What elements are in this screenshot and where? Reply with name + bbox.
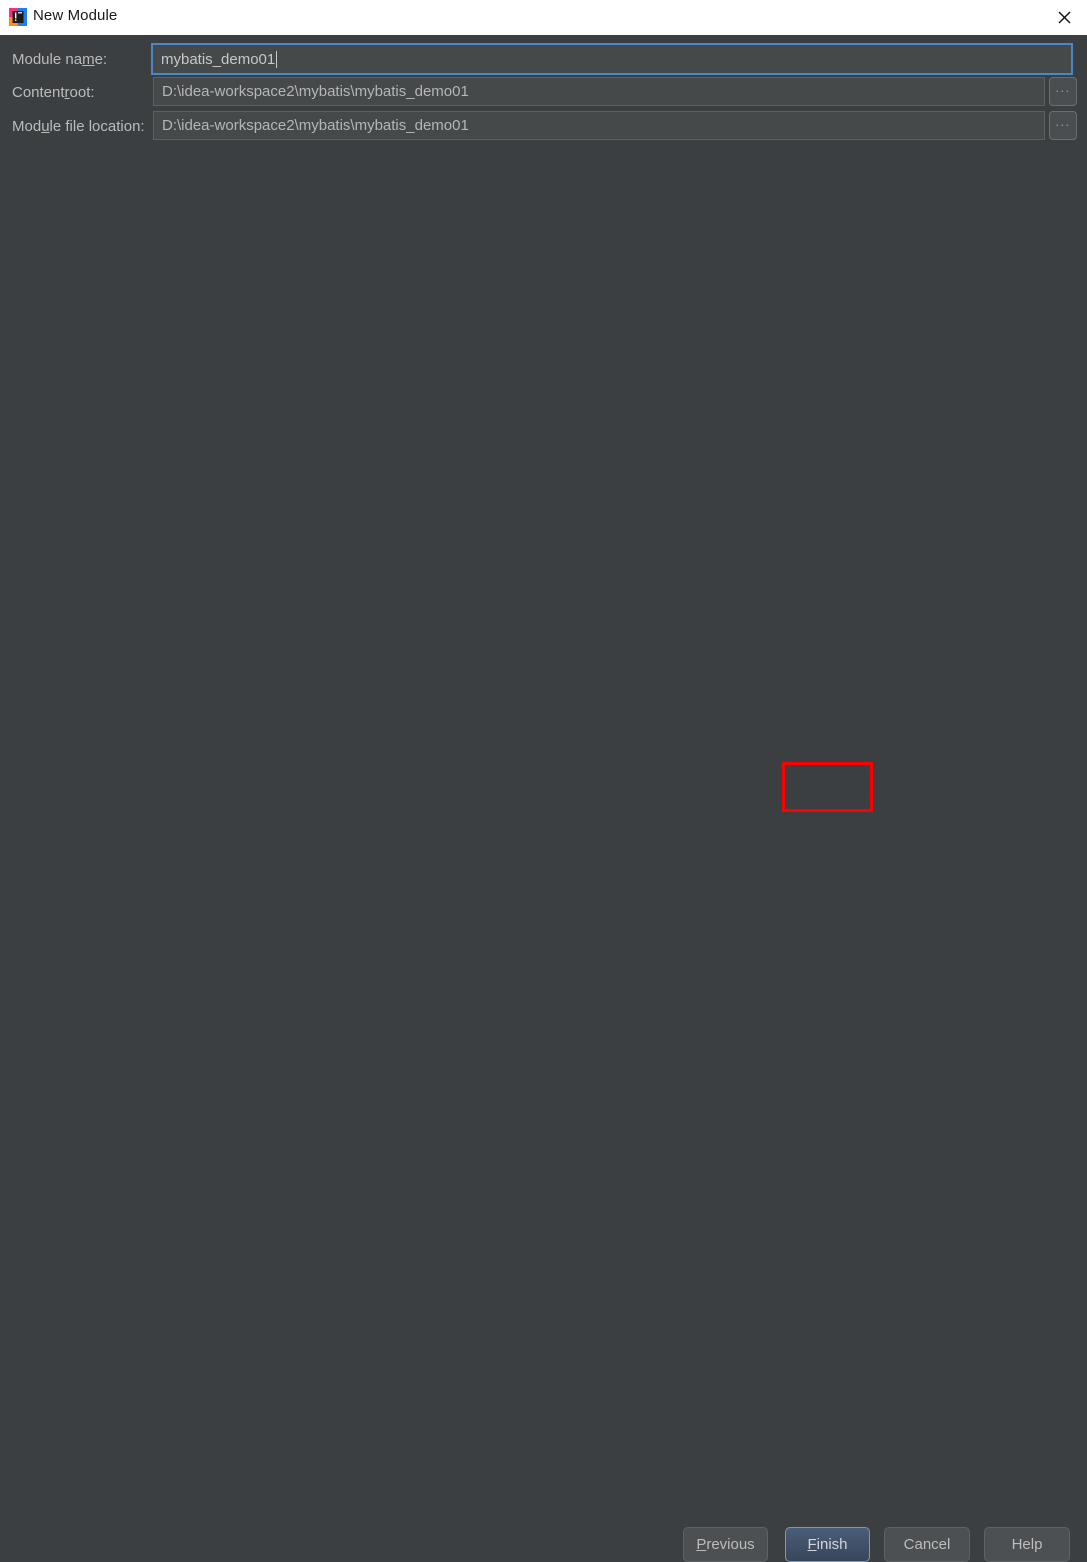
- text-caret: [276, 50, 278, 68]
- mnemonic-underline: P: [696, 1536, 707, 1553]
- content-root-browse-button[interactable]: ...: [1049, 77, 1077, 106]
- previous-button[interactable]: Previous: [683, 1527, 768, 1562]
- intellij-idea-icon: [9, 8, 27, 26]
- form-row-module-file-location: Mod u le file location: D:\idea-workspace2…: [0, 111, 1087, 142]
- module-form: Module na m e: mybatis_demo01 Content r oot…: [0, 35, 1087, 775]
- module-file-location-input[interactable]: D:\idea-workspace2\mybatis\mybatis_demo0…: [153, 111, 1045, 140]
- dialog-button-bar: Previous Finish Cancel Help: [0, 757, 1087, 1562]
- close-icon[interactable]: [1041, 0, 1087, 35]
- mnemonic-underline: m: [82, 50, 95, 68]
- module-file-location-value: D:\idea-workspace2\mybatis\mybatis_demo0…: [162, 117, 469, 134]
- window-title: New Module: [33, 7, 118, 24]
- finish-button[interactable]: Finish: [785, 1527, 870, 1562]
- new-module-dialog: New Module Module na m e: mybatis_demo01 C…: [0, 0, 1087, 1562]
- module-name-value: mybatis_demo01: [161, 50, 276, 68]
- mnemonic-underline: u: [41, 118, 50, 135]
- content-root-input[interactable]: D:\idea-workspace2\mybatis\mybatis_demo0…: [153, 77, 1045, 106]
- module-file-location-label: Mod u le file location:: [12, 118, 145, 135]
- help-button[interactable]: Help: [984, 1527, 1070, 1562]
- content-root-label: Content r oot:: [12, 84, 95, 101]
- module-name-input[interactable]: mybatis_demo01: [151, 43, 1073, 75]
- form-row-module-name: Module na m e: mybatis_demo01: [0, 43, 1087, 75]
- module-file-location-browse-button[interactable]: ...: [1049, 111, 1077, 140]
- title-bar: New Module: [0, 0, 1087, 35]
- mnemonic-underline: F: [807, 1536, 817, 1553]
- cancel-button[interactable]: Cancel: [884, 1527, 970, 1562]
- content-root-value: D:\idea-workspace2\mybatis\mybatis_demo0…: [162, 83, 469, 100]
- module-name-label: Module na m e:: [12, 50, 108, 68]
- form-row-content-root: Content r oot: D:\idea-workspace2\mybatis…: [0, 77, 1087, 108]
